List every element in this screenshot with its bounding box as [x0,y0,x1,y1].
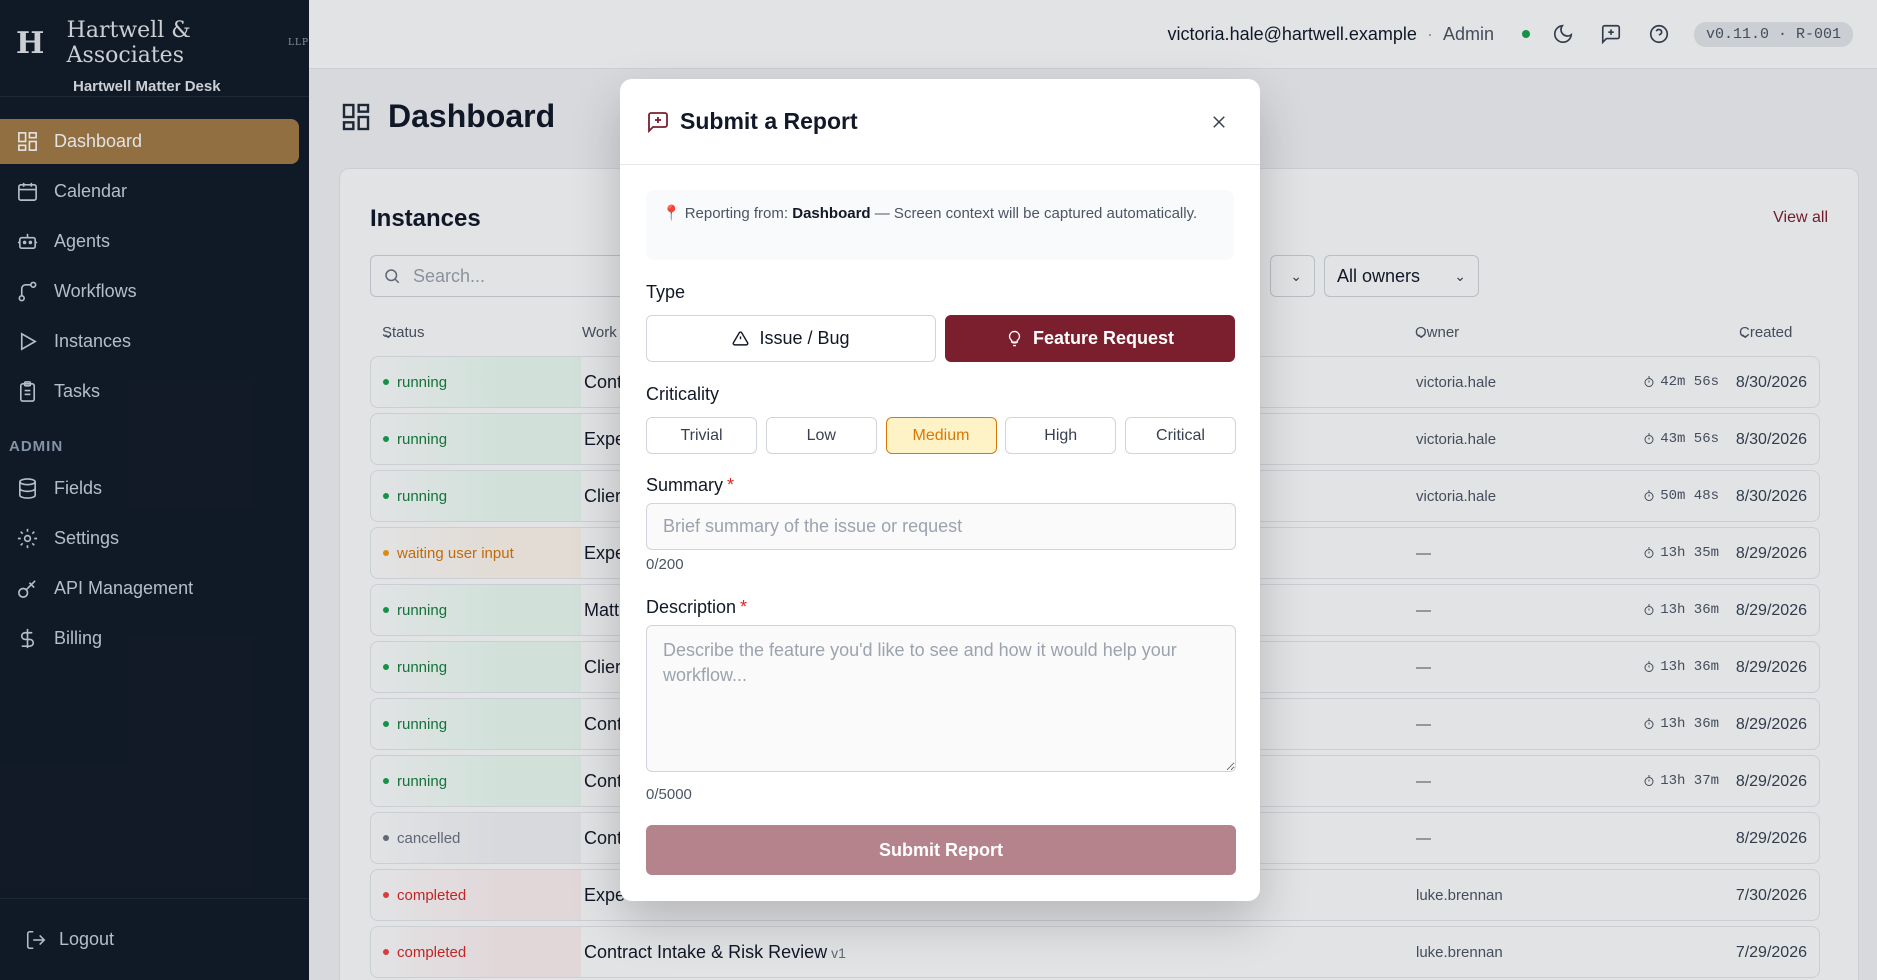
context-page: Dashboard [792,205,871,222]
report-modal: Submit a Report 📍 Reporting from: Dashboa… [620,79,1260,901]
feature-request-button[interactable]: Feature Request [945,315,1235,362]
report-context-banner: 📍 Reporting from: Dashboard — Screen cont… [646,190,1234,260]
message-plus-icon [648,111,668,133]
summary-counter: 0/200 [646,556,684,573]
submit-report-button[interactable]: Submit Report [646,825,1236,875]
criticality-medium-button[interactable]: Medium [885,417,997,454]
summary-input[interactable] [646,503,1236,550]
close-button[interactable] [1208,111,1230,133]
feature-request-label: Feature Request [1032,328,1175,348]
criticality-options: Trivial Low Medium High Critical [646,417,1236,454]
description-counter: 0/5000 [646,786,692,803]
context-prefix: Reporting from: [684,205,789,222]
context-suffix: — Screen context will be captured automa… [874,205,1198,222]
criticality-label: Criticality [646,384,720,404]
criticality-low-button[interactable]: Low [765,417,877,454]
pin-icon: 📍 [662,205,681,222]
type-label: Type [646,282,686,302]
modal-title: Submit a Report [680,108,858,134]
criticality-critical-button[interactable]: Critical [1125,417,1236,454]
summary-label: Summary * [646,475,735,495]
warning-icon [733,331,749,346]
issue-bug-button[interactable]: Issue / Bug [646,315,936,362]
modal-header: Submit a Report [620,79,1260,165]
lightbulb-icon [1008,330,1021,347]
criticality-high-button[interactable]: High [1005,417,1117,454]
issue-bug-label: Issue / Bug [759,328,850,348]
close-icon [1213,116,1225,128]
criticality-trivial-button[interactable]: Trivial [646,417,757,454]
description-textarea[interactable] [646,625,1236,772]
description-label: Description * [646,597,748,617]
